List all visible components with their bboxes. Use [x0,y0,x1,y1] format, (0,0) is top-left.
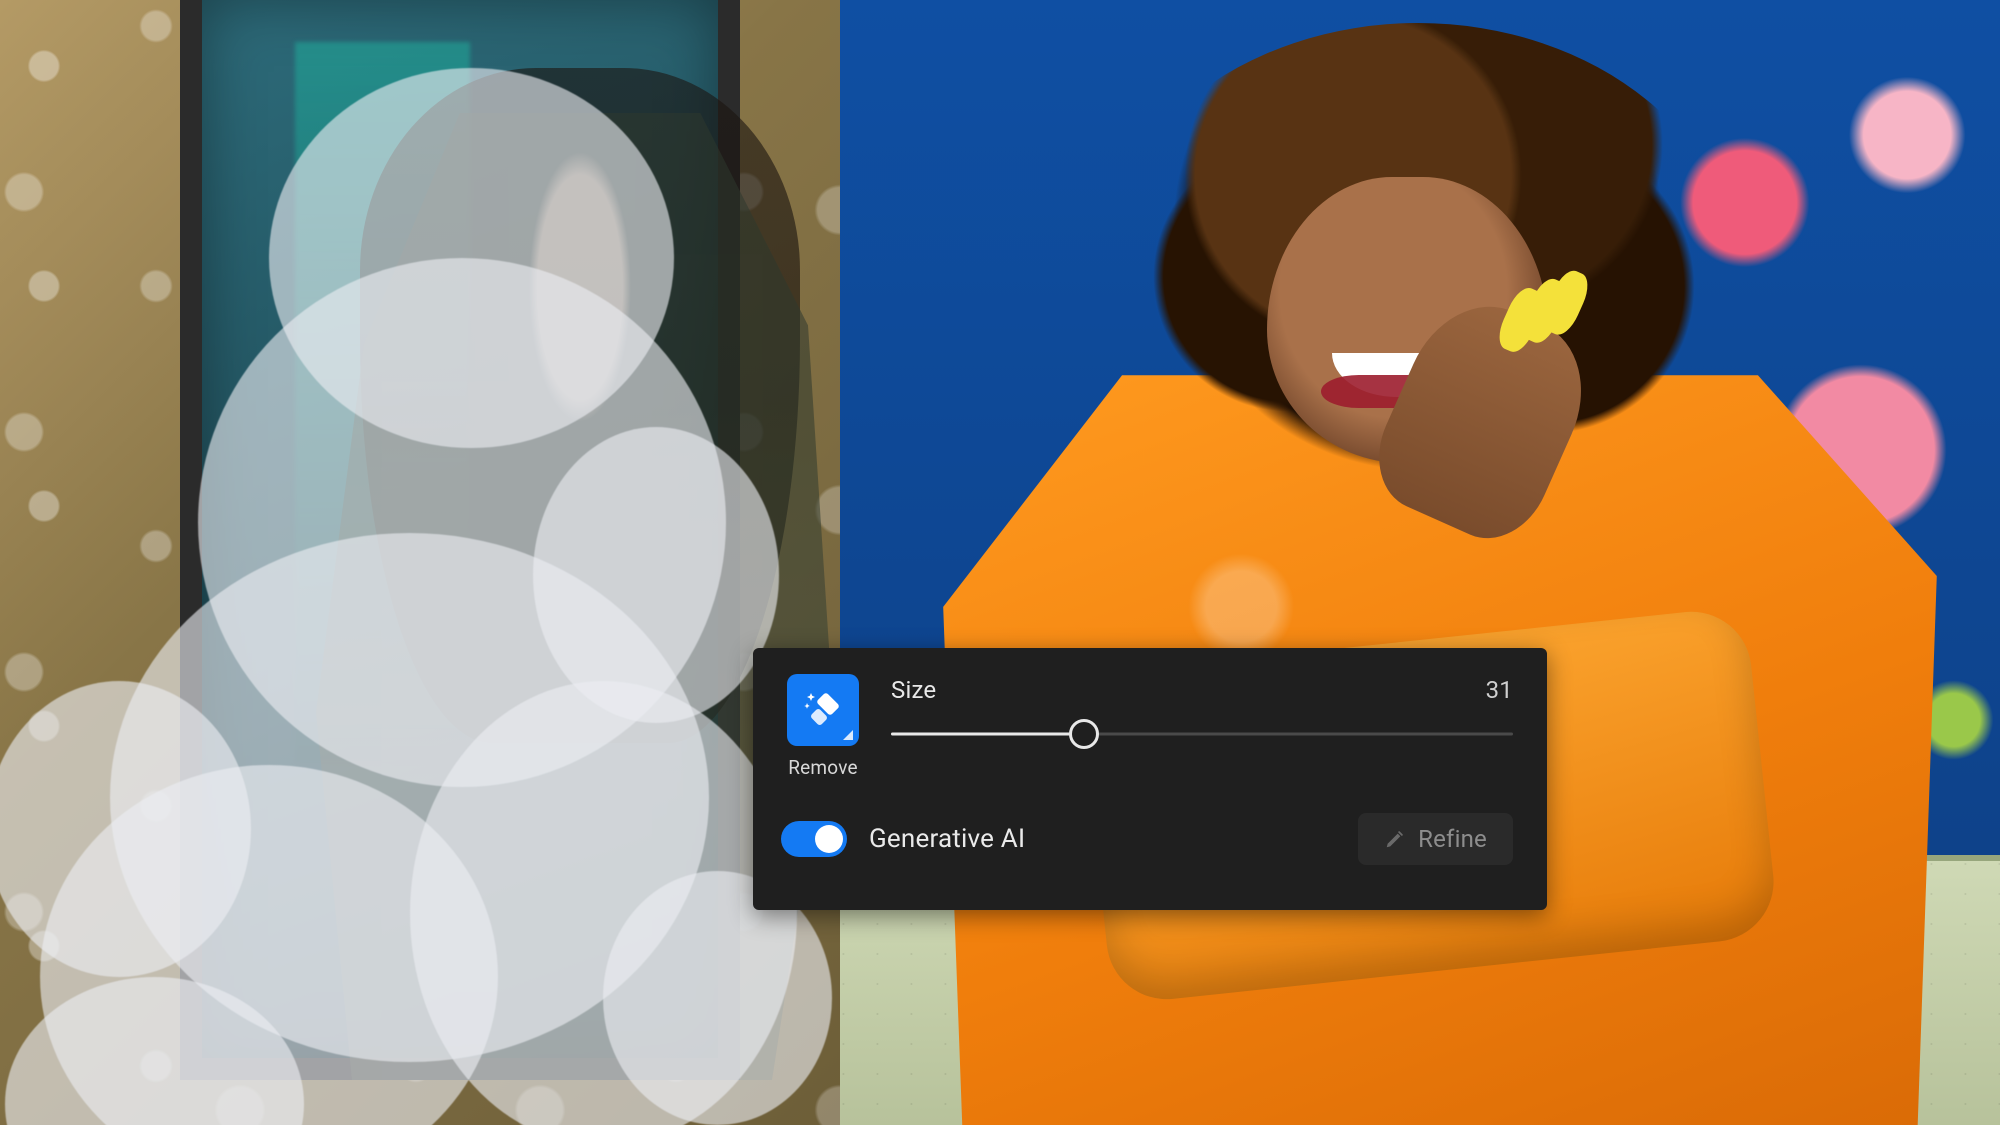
eraser-sparkle-icon [802,689,844,731]
size-slider[interactable] [891,714,1513,754]
slider-track-fill [891,733,1084,736]
foreground-person [900,23,1980,1125]
size-slider-value: 31 [1486,676,1513,704]
flyout-corner-icon [843,730,853,740]
generative-ai-toggle[interactable] [781,821,847,857]
slider-thumb[interactable] [1069,719,1099,749]
remove-tool-label: Remove [788,756,858,779]
editor-canvas: Remove Size 31 Generative AI [0,0,2000,1125]
remove-tool-button[interactable] [787,674,859,746]
size-slider-label: Size [891,676,936,704]
pencil-icon [1384,828,1406,850]
remove-tool-panel: Remove Size 31 Generative AI [753,648,1547,910]
refine-button[interactable]: Refine [1358,813,1513,865]
generative-ai-label: Generative AI [869,824,1025,854]
toggle-knob [815,825,843,853]
refine-button-label: Refine [1418,825,1487,853]
